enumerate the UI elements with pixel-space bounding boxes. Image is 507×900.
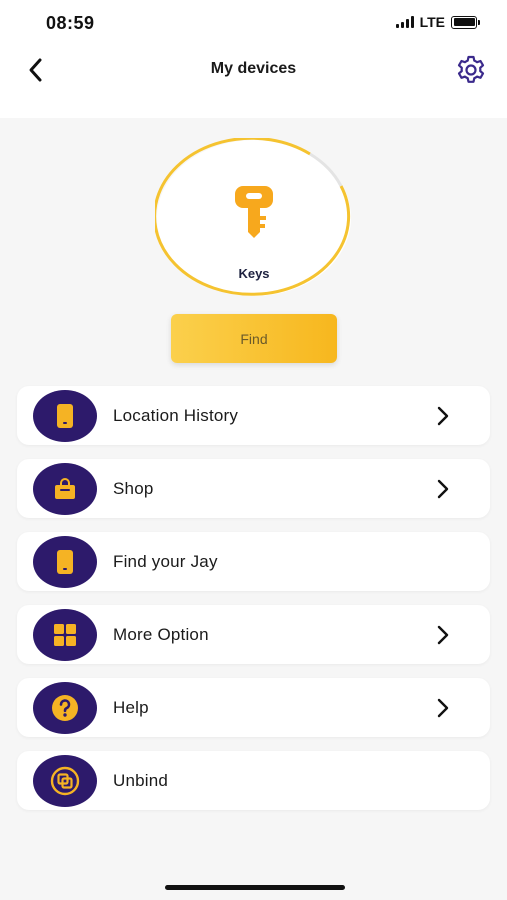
menu-item-label: Help [113, 698, 149, 717]
device-name: Keys [238, 266, 270, 281]
menu-item-label: More Option [113, 625, 209, 644]
menu-item-unbind[interactable]: Unbind [17, 751, 490, 810]
chevron-right-icon [437, 406, 449, 426]
menu-item-label: Location History [113, 406, 239, 425]
shopping-bag-icon [55, 478, 75, 499]
unbind-icon [50, 766, 80, 796]
header: My devices [0, 48, 507, 118]
menu-item-label: Unbind [113, 771, 169, 790]
gear-icon [457, 55, 485, 83]
menu-item-find-your-jay[interactable]: Find your Jay [17, 532, 490, 591]
battery-icon [451, 15, 480, 29]
settings-button[interactable] [453, 52, 489, 88]
menu-item-more-option[interactable]: More Option [17, 605, 490, 664]
menu-icon-bg [33, 609, 97, 661]
chevron-right-icon [437, 479, 449, 499]
menu-item-shop[interactable]: Shop [17, 459, 490, 518]
menu-item-help[interactable]: Help [17, 678, 490, 737]
menu-icon-bg [33, 682, 97, 734]
menu-list: Location History Shop Find your Jay More… [17, 386, 490, 824]
phone-icon [57, 550, 73, 574]
status-indicators: LTE [395, 14, 480, 30]
menu-item-label: Find your Jay [113, 552, 218, 571]
page-title: My devices [210, 60, 297, 77]
menu-icon-bg [33, 536, 97, 588]
menu-item-location-history[interactable]: Location History [17, 386, 490, 445]
menu-icon-bg [33, 463, 97, 515]
menu-item-label: Shop [113, 479, 154, 498]
home-indicator[interactable] [165, 885, 345, 890]
menu-icon-bg [33, 755, 97, 807]
menu-icon-bg [33, 390, 97, 442]
device-card[interactable]: Keys [155, 138, 353, 298]
network-label: LTE [419, 14, 445, 30]
chevron-right-icon [437, 698, 449, 718]
status-bar: 08:59 LTE [0, 0, 507, 48]
chevron-right-icon [437, 625, 449, 645]
key-icon [235, 186, 273, 238]
question-icon [52, 695, 78, 721]
find-button[interactable]: Find [171, 314, 337, 363]
grid-icon [54, 624, 76, 646]
signal-icon [395, 16, 414, 28]
status-time: 08:59 [46, 13, 95, 33]
phone-icon [57, 404, 73, 428]
